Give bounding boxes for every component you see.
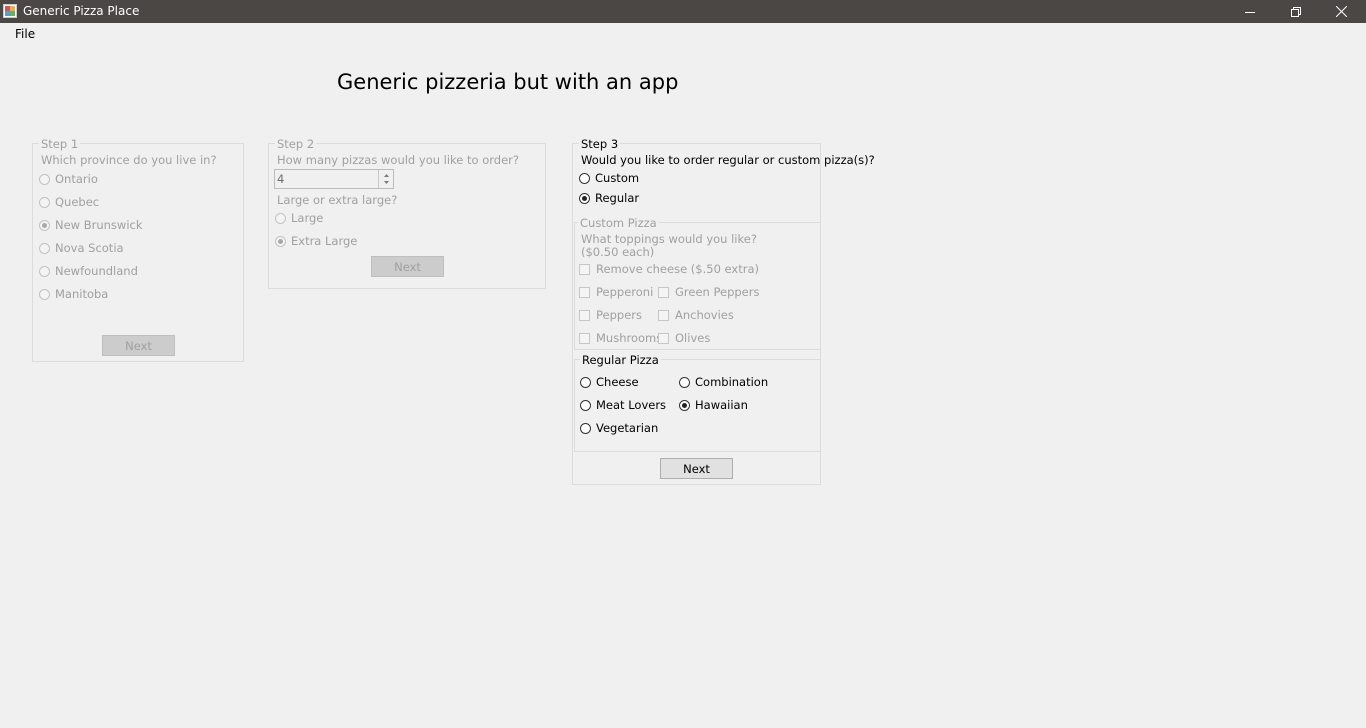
radio-label: Regular <box>595 191 640 205</box>
step3-legend: Step 3 <box>579 137 621 151</box>
quantity-question: How many pizzas would you like to order? <box>277 153 520 167</box>
province-option-nova-scotia[interactable]: Nova Scotia <box>39 241 124 255</box>
checkbox-icon <box>579 286 590 298</box>
checkbox-icon <box>579 263 590 275</box>
size-question: Large or extra large? <box>277 193 398 207</box>
close-icon <box>1335 6 1347 17</box>
toppings-question: What toppings would you like? <box>581 232 757 246</box>
topping-anchovies-checkbox[interactable]: Anchovies <box>658 308 734 322</box>
size-option-extra-large[interactable]: Extra Large <box>275 234 357 248</box>
window-title: Generic Pizza Place <box>23 4 140 18</box>
regular-option-combination[interactable]: Combination <box>679 375 768 389</box>
step1-next-button[interactable]: Next <box>102 335 175 356</box>
radio-label: Vegetarian <box>596 421 659 435</box>
radio-checked-icon <box>579 192 590 204</box>
province-option-new-brunswick[interactable]: New Brunswick <box>39 218 143 232</box>
checkbox-label: Peppers <box>596 308 642 322</box>
radio-icon <box>580 399 591 411</box>
province-question: Which province do you live in? <box>41 153 217 167</box>
topping-green-peppers-checkbox[interactable]: Green Peppers <box>658 285 759 299</box>
radio-label: Cheese <box>596 375 639 389</box>
custom-pizza-legend: Custom Pizza <box>578 216 659 230</box>
province-option-quebec[interactable]: Quebec <box>39 195 99 209</box>
province-option-manitoba[interactable]: Manitoba <box>39 287 108 301</box>
radio-icon <box>39 242 50 254</box>
minimize-button[interactable] <box>1227 0 1273 23</box>
restore-button[interactable] <box>1273 0 1319 23</box>
topping-pepperoni-checkbox[interactable]: Pepperoni <box>579 285 653 299</box>
radio-icon <box>39 265 50 277</box>
size-option-large[interactable]: Large <box>275 211 323 225</box>
radio-label: Quebec <box>55 195 100 209</box>
radio-checked-icon <box>275 235 286 247</box>
radio-label: Large <box>291 211 324 225</box>
radio-label: Nova Scotia <box>55 241 124 255</box>
checkbox-icon <box>579 332 590 344</box>
radio-icon <box>39 173 50 185</box>
stepper-arrows[interactable] <box>378 170 394 188</box>
radio-checked-icon <box>679 399 690 411</box>
toppings-price: ($0.50 each) <box>581 245 655 259</box>
checkbox-icon <box>658 309 669 321</box>
type-option-regular[interactable]: Regular <box>579 191 639 205</box>
close-button[interactable] <box>1318 0 1364 23</box>
type-question: Would you like to order regular or custo… <box>581 153 875 167</box>
province-option-newfoundland[interactable]: Newfoundland <box>39 264 138 278</box>
step2-next-button[interactable]: Next <box>371 256 444 277</box>
step3-next-button[interactable]: Next <box>660 458 733 479</box>
remove-cheese-checkbox[interactable]: Remove cheese ($.50 extra) <box>579 262 759 276</box>
menu-file[interactable]: File <box>15 27 35 41</box>
regular-option-cheese[interactable]: Cheese <box>580 375 639 389</box>
radio-icon <box>580 422 591 434</box>
radio-checked-icon <box>39 219 50 231</box>
radio-label: Custom <box>595 171 640 185</box>
checkbox-icon <box>579 309 590 321</box>
quantity-stepper[interactable]: 4 <box>274 169 394 189</box>
regular-option-hawaiian[interactable]: Hawaiian <box>679 398 748 412</box>
checkbox-icon <box>658 286 669 298</box>
topping-peppers-checkbox[interactable]: Peppers <box>579 308 642 322</box>
topping-olives-checkbox[interactable]: Olives <box>658 331 710 345</box>
radio-label: Newfoundland <box>55 264 138 278</box>
radio-icon <box>579 172 590 184</box>
regular-option-meat-lovers[interactable]: Meat Lovers <box>580 398 666 412</box>
checkbox-label: Anchovies <box>675 308 734 322</box>
radio-label: Extra Large <box>291 234 358 248</box>
restore-icon <box>1291 6 1301 17</box>
page-title: Generic pizzeria but with an app <box>337 70 679 94</box>
checkbox-icon <box>658 332 669 344</box>
topping-mushrooms-checkbox[interactable]: Mushrooms <box>579 331 662 345</box>
checkbox-label: Olives <box>675 331 711 345</box>
regular-pizza-legend: Regular Pizza <box>580 353 661 367</box>
radio-label: Ontario <box>55 172 98 186</box>
step2-legend: Step 2 <box>275 137 317 151</box>
checkbox-label: Pepperoni <box>596 285 654 299</box>
checkbox-label: Mushrooms <box>596 331 663 345</box>
radio-icon <box>679 376 690 388</box>
app-icon <box>3 4 17 18</box>
minimize-icon <box>1245 11 1255 13</box>
radio-icon <box>580 376 591 388</box>
radio-icon <box>39 288 50 300</box>
province-option-ontario[interactable]: Ontario <box>39 172 98 186</box>
quantity-value: 4 <box>277 172 285 186</box>
stepper-up-down-icon <box>384 174 389 184</box>
step1-legend: Step 1 <box>39 137 81 151</box>
checkbox-label: Remove cheese ($.50 extra) <box>596 262 760 276</box>
regular-option-vegetarian[interactable]: Vegetarian <box>580 421 658 435</box>
radio-label: New Brunswick <box>55 218 143 232</box>
checkbox-label: Green Peppers <box>675 285 760 299</box>
title-bar: Generic Pizza Place <box>0 0 1366 23</box>
radio-label: Combination <box>695 375 769 389</box>
radio-label: Hawaiian <box>695 398 748 412</box>
radio-label: Manitoba <box>55 287 109 301</box>
type-option-custom[interactable]: Custom <box>579 171 639 185</box>
radio-label: Meat Lovers <box>596 398 667 412</box>
radio-icon <box>275 212 286 224</box>
radio-icon <box>39 196 50 208</box>
